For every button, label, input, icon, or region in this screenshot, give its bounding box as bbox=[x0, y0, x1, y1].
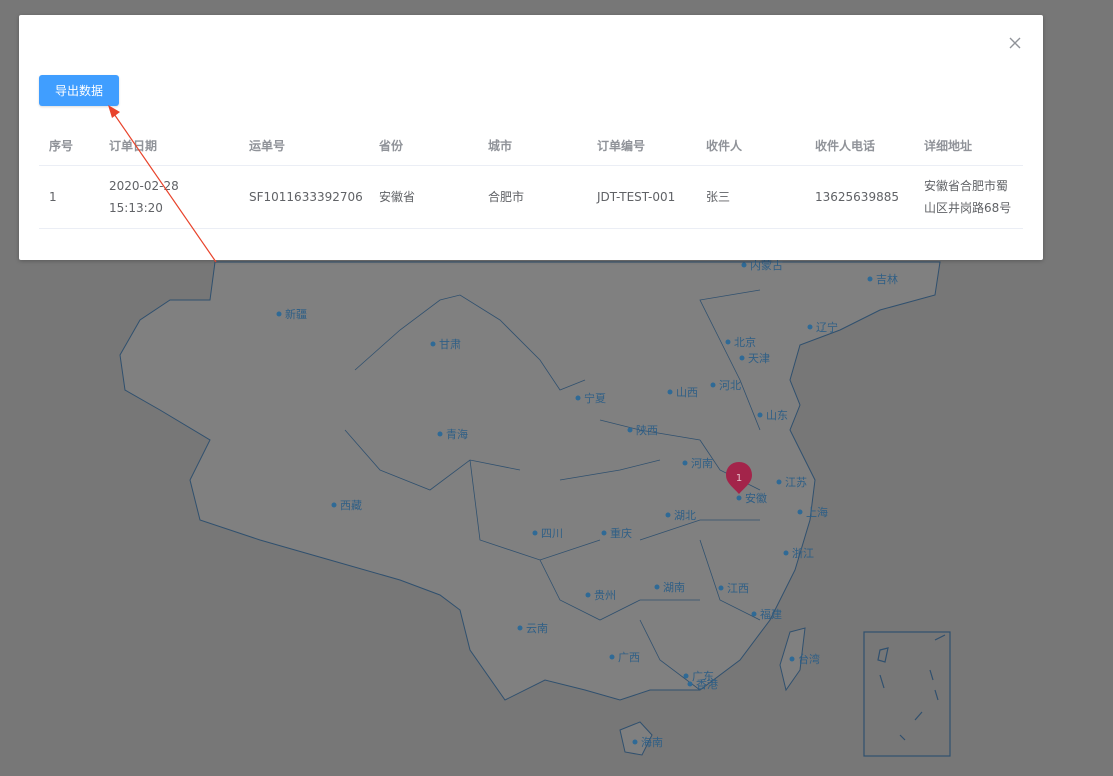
province-label[interactable]: 广西 bbox=[618, 651, 640, 664]
province-dot bbox=[667, 389, 673, 395]
south-sea-inset bbox=[863, 631, 951, 757]
province-dot bbox=[739, 355, 745, 361]
province-dot bbox=[682, 460, 688, 466]
cell-address: 安徽省合肥市蜀山区井岗路68号 bbox=[914, 165, 1023, 229]
inset-islands bbox=[877, 634, 946, 741]
export-data-button[interactable]: 导出数据 bbox=[39, 75, 119, 106]
cell-province: 安徽省 bbox=[369, 165, 478, 229]
province-label[interactable]: 湖南 bbox=[663, 581, 685, 594]
province-label[interactable]: 河南 bbox=[691, 457, 713, 470]
province-dot bbox=[575, 395, 581, 401]
province-dot bbox=[517, 625, 523, 631]
col-address[interactable]: 详细地址 bbox=[914, 125, 1023, 166]
province-dot bbox=[654, 584, 660, 590]
province-dot bbox=[776, 479, 782, 485]
province-dot bbox=[532, 530, 538, 536]
cell-waybill: SF1011633392706 bbox=[239, 165, 369, 229]
province-dot bbox=[683, 673, 689, 679]
col-order-no[interactable]: 订单编号 bbox=[587, 125, 696, 166]
province-dot bbox=[437, 431, 443, 437]
table-row[interactable]: 1 2020-02-28 15:13:20 SF1011633392706 安徽… bbox=[39, 165, 1023, 229]
province-dot bbox=[632, 739, 638, 745]
province-dot bbox=[718, 585, 724, 591]
province-label[interactable]: 宁夏 bbox=[584, 391, 606, 405]
col-city[interactable]: 城市 bbox=[478, 125, 587, 166]
col-recipient[interactable]: 收件人 bbox=[696, 125, 805, 166]
province-dot bbox=[430, 341, 436, 347]
province-dot bbox=[725, 339, 731, 345]
province-label[interactable]: 江苏 bbox=[785, 476, 807, 489]
province-label[interactable]: 山东 bbox=[766, 409, 788, 422]
province-label[interactable]: 安徽 bbox=[745, 491, 767, 505]
province-label[interactable]: 青海 bbox=[446, 427, 468, 441]
province-label[interactable]: 新疆 bbox=[285, 307, 307, 321]
province-dot bbox=[867, 276, 873, 282]
province-dot bbox=[751, 611, 757, 617]
col-order-date[interactable]: 订单日期 bbox=[99, 125, 239, 166]
col-index[interactable]: 序号 bbox=[39, 125, 99, 166]
province-dot bbox=[736, 495, 742, 501]
province-dot bbox=[665, 512, 671, 518]
cell-phone: 13625639885 bbox=[805, 165, 914, 229]
export-dialog: 导出数据 序号 订单日期 运单号 省份 城市 订单编号 收件人 收件人电话 详细… bbox=[19, 15, 1043, 260]
province-dot bbox=[627, 427, 633, 433]
province-label[interactable]: 台湾 bbox=[798, 652, 820, 666]
province-label[interactable]: 海南 bbox=[641, 735, 663, 749]
province-label[interactable]: 四川 bbox=[541, 527, 563, 540]
province-label[interactable]: 北京 bbox=[734, 335, 756, 349]
province-dot bbox=[331, 502, 337, 508]
cell-order-no: JDT-TEST-001 bbox=[587, 165, 696, 229]
col-waybill[interactable]: 运单号 bbox=[239, 125, 369, 166]
province-dot bbox=[797, 509, 803, 515]
province-label[interactable]: 湖北 bbox=[674, 509, 696, 522]
province-dot bbox=[585, 592, 591, 598]
province-label[interactable]: 吉林 bbox=[876, 272, 898, 286]
province-label[interactable]: 浙江 bbox=[792, 547, 814, 560]
cell-city: 合肥市 bbox=[478, 165, 587, 229]
cell-order-date: 2020-02-28 15:13:20 bbox=[99, 165, 239, 229]
province-dot bbox=[783, 550, 789, 556]
province-label[interactable]: 贵州 bbox=[594, 589, 616, 602]
province-label[interactable]: 福建 bbox=[760, 607, 782, 621]
marker-value: 1 bbox=[736, 473, 742, 484]
cell-recipient: 张三 bbox=[696, 165, 805, 229]
province-dot bbox=[789, 656, 795, 662]
province-label[interactable]: 江西 bbox=[727, 582, 749, 595]
province-dot bbox=[710, 382, 716, 388]
province-dot bbox=[741, 262, 747, 268]
province-label[interactable]: 陕西 bbox=[636, 423, 658, 437]
province-dot bbox=[757, 412, 763, 418]
province-label[interactable]: 河北 bbox=[719, 379, 741, 392]
table-header-row: 序号 订单日期 运单号 省份 城市 订单编号 收件人 收件人电话 详细地址 bbox=[39, 125, 1023, 166]
province-dot bbox=[609, 654, 615, 660]
province-label[interactable]: 上海 bbox=[806, 505, 828, 519]
col-phone[interactable]: 收件人电话 bbox=[805, 125, 914, 166]
province-label[interactable]: 甘肃 bbox=[439, 338, 461, 351]
province-label[interactable]: 辽宁 bbox=[816, 320, 838, 334]
province-label[interactable]: 内蒙古 bbox=[750, 258, 783, 272]
province-dot bbox=[276, 311, 282, 317]
province-dot bbox=[601, 530, 607, 536]
cell-index: 1 bbox=[39, 165, 99, 229]
province-label[interactable]: 天津 bbox=[748, 352, 770, 365]
province-label[interactable]: 云南 bbox=[526, 622, 548, 635]
col-province[interactable]: 省份 bbox=[369, 125, 478, 166]
close-button[interactable] bbox=[1005, 33, 1025, 53]
order-table: 序号 订单日期 运单号 省份 城市 订单编号 收件人 收件人电话 详细地址 1 … bbox=[39, 125, 1023, 229]
province-label[interactable]: 山西 bbox=[676, 386, 698, 399]
close-icon bbox=[1009, 37, 1021, 49]
province-label[interactable]: 西藏 bbox=[340, 499, 362, 512]
province-label[interactable]: 香港 bbox=[696, 678, 718, 691]
province-dot bbox=[807, 324, 813, 330]
province-label[interactable]: 重庆 bbox=[610, 526, 632, 540]
province-dot bbox=[687, 681, 693, 687]
